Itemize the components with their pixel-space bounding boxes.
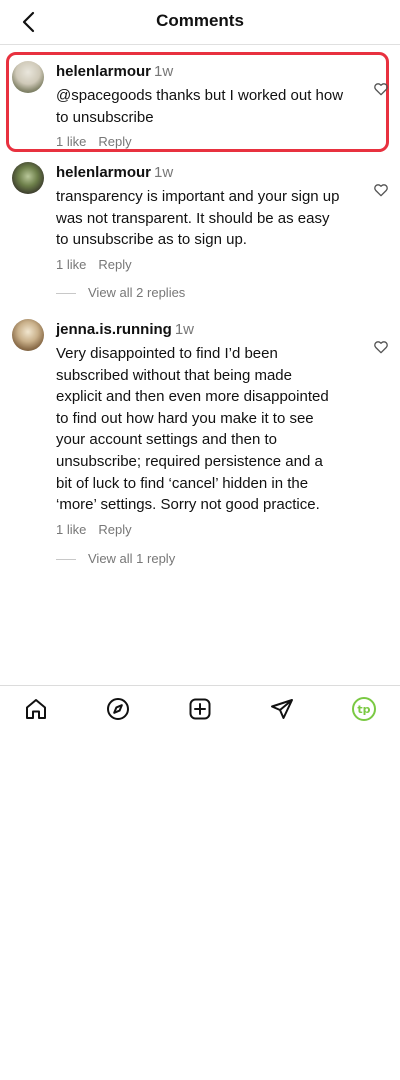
nav-direct[interactable] bbox=[269, 696, 295, 722]
nav-create[interactable] bbox=[187, 696, 213, 722]
heart-icon bbox=[374, 83, 388, 96]
like-count[interactable]: 1 like bbox=[56, 257, 86, 273]
profile-icon: tp bbox=[352, 697, 376, 721]
comment-username[interactable]: helenlarmour bbox=[56, 164, 151, 181]
divider-line bbox=[56, 293, 76, 295]
comment: helenlarmour 1w transparency is important… bbox=[56, 164, 346, 273]
like-count[interactable]: 1 like bbox=[56, 522, 86, 538]
reply-button[interactable]: Reply bbox=[98, 522, 131, 538]
heart-icon bbox=[374, 184, 388, 197]
reply-button[interactable]: Reply bbox=[98, 257, 131, 273]
profile-initials: tp bbox=[357, 703, 370, 716]
home-icon bbox=[26, 699, 46, 719]
divider-line bbox=[56, 559, 76, 561]
reply-button[interactable]: Reply bbox=[98, 134, 131, 150]
create-icon bbox=[189, 698, 211, 720]
comment-time: 1w bbox=[154, 63, 174, 80]
comment-time: 1w bbox=[174, 321, 195, 338]
like-count[interactable]: 1 like bbox=[56, 134, 86, 150]
view-replies[interactable]: View all 2 replies bbox=[56, 285, 185, 301]
page-title: Comments bbox=[156, 11, 244, 30]
like-button[interactable] bbox=[373, 339, 391, 357]
heart-icon bbox=[374, 341, 388, 354]
bottom-nav: tp bbox=[0, 685, 400, 732]
avatar[interactable] bbox=[12, 61, 44, 93]
nav-profile[interactable]: tp bbox=[351, 696, 377, 722]
comment-username[interactable]: jenna.is.running bbox=[56, 321, 172, 338]
nav-explore[interactable] bbox=[105, 696, 131, 722]
header: Comments bbox=[0, 0, 400, 45]
view-replies-label: View all 2 replies bbox=[88, 285, 186, 300]
like-button[interactable] bbox=[373, 81, 391, 99]
view-replies[interactable]: View all 1 reply bbox=[56, 551, 175, 567]
direct-message-icon bbox=[271, 699, 293, 719]
like-button[interactable] bbox=[373, 182, 391, 200]
avatar[interactable] bbox=[12, 319, 44, 351]
comment: helenlarmour 1w @spacegoods thanks but I … bbox=[56, 63, 346, 150]
view-replies-label: View all 1 reply bbox=[88, 551, 176, 566]
nav-home[interactable] bbox=[23, 696, 49, 722]
explore-icon bbox=[107, 698, 129, 720]
comment-text: transparency is important and your sign … bbox=[56, 188, 340, 249]
comment: jenna.is.running 1w Very disappointed to … bbox=[56, 321, 341, 538]
avatar[interactable] bbox=[12, 162, 44, 194]
comment-text: @spacegoods thanks but I worked out how … bbox=[56, 87, 344, 126]
comment-time: 1w bbox=[154, 164, 174, 181]
comment-username[interactable]: helenlarmour bbox=[56, 63, 151, 80]
comment-text: Very disappointed to find I’d been subsc… bbox=[56, 345, 329, 514]
